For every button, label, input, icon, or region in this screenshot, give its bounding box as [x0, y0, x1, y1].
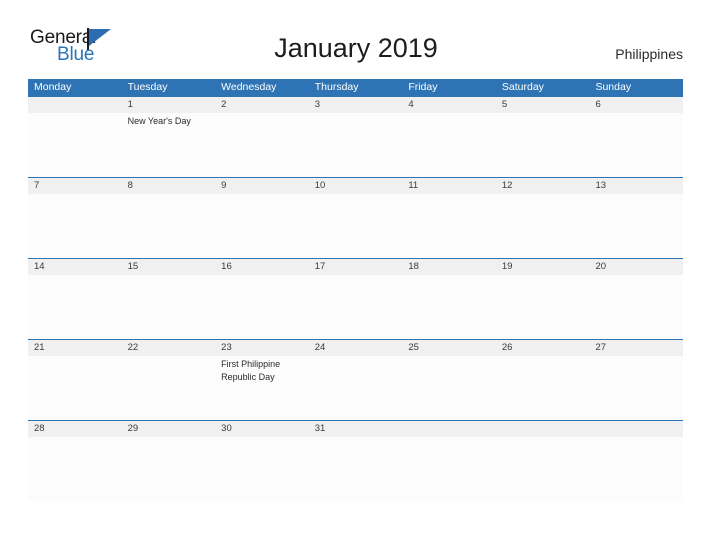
day-event [28, 437, 122, 501]
day-number[interactable]: 23 [215, 340, 309, 356]
day-event [589, 194, 683, 258]
day-number[interactable]: 29 [122, 421, 216, 437]
day-event [496, 113, 590, 177]
day-event [589, 356, 683, 420]
day-number[interactable]: 21 [28, 340, 122, 356]
day-number[interactable]: 15 [122, 259, 216, 275]
day-number[interactable]: 26 [496, 340, 590, 356]
day-number[interactable]: 25 [402, 340, 496, 356]
week-date-band: 14 15 16 17 18 19 20 [28, 259, 683, 275]
day-event [215, 194, 309, 258]
week-event-band [28, 437, 683, 501]
weekday-header-row: Monday Tuesday Wednesday Thursday Friday… [28, 79, 683, 96]
calendar-grid: Monday Tuesday Wednesday Thursday Friday… [28, 79, 683, 501]
week-row: 1 2 3 4 5 6 New Year's Day [28, 96, 683, 177]
day-number[interactable]: 8 [122, 178, 216, 194]
day-event [496, 194, 590, 258]
day-number[interactable]: 4 [402, 97, 496, 113]
day-number[interactable]: 22 [122, 340, 216, 356]
day-event [402, 437, 496, 501]
day-number[interactable]: 12 [496, 178, 590, 194]
day-number[interactable] [28, 97, 122, 113]
day-event [496, 437, 590, 501]
day-number[interactable]: 13 [589, 178, 683, 194]
weekday-header-sunday: Sunday [595, 81, 632, 93]
day-number[interactable]: 19 [496, 259, 590, 275]
day-event [309, 113, 403, 177]
country-label: Philippines [615, 46, 683, 62]
day-event [215, 437, 309, 501]
day-event [309, 437, 403, 501]
day-event [309, 275, 403, 339]
week-row: 14 15 16 17 18 19 20 [28, 258, 683, 339]
day-number[interactable] [402, 421, 496, 437]
week-event-band [28, 194, 683, 258]
weekday-header-monday: Monday [34, 81, 72, 93]
day-event [28, 356, 122, 420]
week-event-band [28, 275, 683, 339]
week-event-band: First Philippine Republic Day [28, 356, 683, 420]
day-number[interactable]: 7 [28, 178, 122, 194]
week-date-band: 7 8 9 10 11 12 13 [28, 178, 683, 194]
weekday-header-saturday: Saturday [501, 81, 544, 93]
day-event [402, 194, 496, 258]
week-row: 28 29 30 31 [28, 420, 683, 501]
page-header: General Blue January 2019 Philippines [0, 0, 712, 76]
day-number[interactable]: 9 [215, 178, 309, 194]
day-number[interactable]: 18 [402, 259, 496, 275]
day-number[interactable]: 2 [215, 97, 309, 113]
week-date-band: 21 22 23 24 25 26 27 [28, 340, 683, 356]
day-event [122, 275, 216, 339]
day-event [309, 194, 403, 258]
day-number[interactable]: 24 [309, 340, 403, 356]
day-number[interactable]: 1 [122, 97, 216, 113]
day-number[interactable]: 28 [28, 421, 122, 437]
day-event [215, 275, 309, 339]
week-date-band: 28 29 30 31 [28, 421, 683, 437]
day-number[interactable]: 30 [215, 421, 309, 437]
day-event [28, 275, 122, 339]
day-event [589, 437, 683, 501]
day-event [402, 113, 496, 177]
day-event [496, 275, 590, 339]
day-number[interactable]: 5 [496, 97, 590, 113]
day-number[interactable]: 10 [309, 178, 403, 194]
day-number[interactable]: 27 [589, 340, 683, 356]
day-event [309, 356, 403, 420]
day-event: New Year's Day [127, 116, 191, 126]
day-number[interactable]: 31 [309, 421, 403, 437]
calendar-page: General Blue January 2019 Philippines Mo… [0, 0, 712, 550]
day-number[interactable] [496, 421, 590, 437]
day-number[interactable]: 11 [402, 178, 496, 194]
day-number[interactable] [589, 421, 683, 437]
week-row: 7 8 9 10 11 12 13 [28, 177, 683, 258]
day-event: First Philippine Republic Day [221, 359, 281, 382]
day-number[interactable]: 3 [309, 97, 403, 113]
week-event-band: New Year's Day [28, 113, 683, 177]
week-date-band: 1 2 3 4 5 6 [28, 97, 683, 113]
day-event [28, 113, 122, 177]
day-number[interactable]: 20 [589, 259, 683, 275]
weekday-header-wednesday: Wednesday [221, 81, 277, 93]
day-event [496, 356, 590, 420]
day-event [122, 194, 216, 258]
weekday-header-thursday: Thursday [314, 81, 359, 93]
day-number[interactable]: 14 [28, 259, 122, 275]
day-number[interactable]: 16 [215, 259, 309, 275]
day-event [589, 113, 683, 177]
week-row: 21 22 23 24 25 26 27 First Philippine Re… [28, 339, 683, 420]
page-title: January 2019 [274, 33, 438, 63]
day-event [402, 275, 496, 339]
weekday-header-friday: Friday [408, 81, 438, 93]
day-event [215, 113, 309, 177]
weekday-header-tuesday: Tuesday [127, 81, 168, 93]
day-event [122, 356, 216, 420]
day-number[interactable]: 6 [589, 97, 683, 113]
day-event [402, 356, 496, 420]
day-event [589, 275, 683, 339]
day-event [122, 437, 216, 501]
day-number[interactable]: 17 [309, 259, 403, 275]
day-event [28, 194, 122, 258]
